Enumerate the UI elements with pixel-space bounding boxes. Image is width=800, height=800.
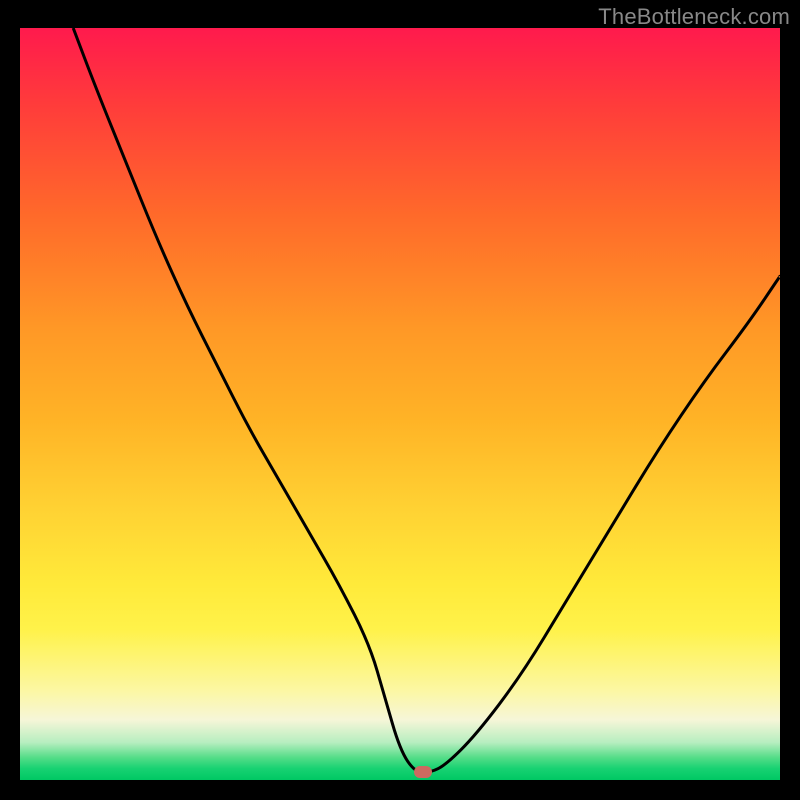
bottleneck-curve — [73, 28, 780, 773]
chart-frame: TheBottleneck.com — [0, 0, 800, 800]
curve-svg — [20, 28, 780, 780]
plot-area — [20, 28, 780, 780]
optimum-marker — [414, 766, 432, 778]
watermark-text: TheBottleneck.com — [598, 4, 790, 30]
